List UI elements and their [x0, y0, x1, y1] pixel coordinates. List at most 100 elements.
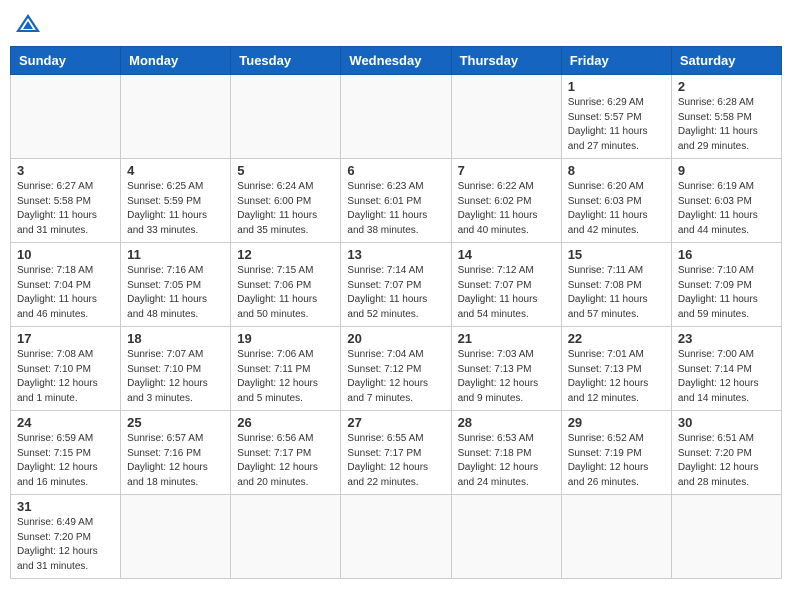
day-number: 20	[347, 331, 444, 346]
calendar-cell: 27Sunrise: 6:55 AM Sunset: 7:17 PM Dayli…	[341, 411, 451, 495]
calendar-week-2: 10 Sunrise: 7:18 AM Sunset: 7:04 PM Dayli…	[11, 243, 782, 327]
day-number: 5	[237, 163, 334, 178]
header	[10, 10, 782, 38]
day-info: Sunrise: 7:11 AM Sunset: 7:08 PM Dayligh…	[568, 264, 665, 322]
calendar-cell: 1Sunrise: 6:29 AM Sunset: 5:57 PM Daylig…	[561, 75, 671, 159]
calendar-cell: 30 Sunrise: 6:51 AM Sunset: 7:20 PM Dayli…	[671, 411, 781, 495]
calendar-cell	[451, 75, 561, 159]
calendar-cell: 3Sunrise: 6:27 AM Sunset: 5:58 PM Daylig…	[11, 159, 121, 243]
calendar-cell: 5 Sunrise: 6:24 AM Sunset: 6:00 PM Daylig…	[231, 159, 341, 243]
day-info: Sunrise: 7:06 AM Sunset: 7:11 PM Dayligh…	[237, 348, 334, 406]
weekday-header-friday: Friday	[561, 47, 671, 75]
day-number: 9	[678, 163, 775, 178]
day-number: 17	[17, 331, 114, 346]
day-info: Sunrise: 7:00 AM Sunset: 7:14 PM Dayligh…	[678, 348, 775, 406]
day-info: Sunrise: 7:15 AM Sunset: 7:06 PM Dayligh…	[237, 264, 334, 322]
day-number: 15	[568, 247, 665, 262]
calendar-cell: 23 Sunrise: 7:00 AM Sunset: 7:14 PM Dayli…	[671, 327, 781, 411]
calendar-week-3: 17 Sunrise: 7:08 AM Sunset: 7:10 PM Dayli…	[11, 327, 782, 411]
calendar-header: SundayMondayTuesdayWednesdayThursdayFrid…	[11, 47, 782, 75]
calendar-cell: 8 Sunrise: 6:20 AM Sunset: 6:03 PM Daylig…	[561, 159, 671, 243]
day-info: Sunrise: 6:56 AM Sunset: 7:17 PM Dayligh…	[237, 432, 334, 490]
calendar-table: SundayMondayTuesdayWednesdayThursdayFrid…	[10, 46, 782, 579]
day-number: 7	[458, 163, 555, 178]
calendar-cell: 29Sunrise: 6:52 AM Sunset: 7:19 PM Dayli…	[561, 411, 671, 495]
day-number: 4	[127, 163, 224, 178]
weekday-header-sunday: Sunday	[11, 47, 121, 75]
calendar-cell: 12 Sunrise: 7:15 AM Sunset: 7:06 PM Dayli…	[231, 243, 341, 327]
weekday-header-saturday: Saturday	[671, 47, 781, 75]
day-number: 22	[568, 331, 665, 346]
day-number: 3	[17, 163, 114, 178]
day-number: 13	[347, 247, 444, 262]
weekday-header-monday: Monday	[121, 47, 231, 75]
day-number: 16	[678, 247, 775, 262]
day-info: Sunrise: 6:22 AM Sunset: 6:02 PM Dayligh…	[458, 180, 555, 238]
calendar-cell: 2 Sunrise: 6:28 AM Sunset: 5:58 PM Daylig…	[671, 75, 781, 159]
day-info: Sunrise: 7:07 AM Sunset: 7:10 PM Dayligh…	[127, 348, 224, 406]
calendar-cell: 16 Sunrise: 7:10 AM Sunset: 7:09 PM Dayli…	[671, 243, 781, 327]
day-number: 2	[678, 79, 775, 94]
calendar-cell	[121, 75, 231, 159]
day-info: Sunrise: 7:10 AM Sunset: 7:09 PM Dayligh…	[678, 264, 775, 322]
day-info: Sunrise: 6:29 AM Sunset: 5:57 PM Dayligh…	[568, 96, 665, 154]
calendar-cell: 25 Sunrise: 6:57 AM Sunset: 7:16 PM Dayli…	[121, 411, 231, 495]
day-info: Sunrise: 6:55 AM Sunset: 7:17 PM Dayligh…	[347, 432, 444, 490]
calendar-cell: 24Sunrise: 6:59 AM Sunset: 7:15 PM Dayli…	[11, 411, 121, 495]
day-info: Sunrise: 6:57 AM Sunset: 7:16 PM Dayligh…	[127, 432, 224, 490]
day-number: 11	[127, 247, 224, 262]
day-info: Sunrise: 6:28 AM Sunset: 5:58 PM Dayligh…	[678, 96, 775, 154]
day-info: Sunrise: 7:14 AM Sunset: 7:07 PM Dayligh…	[347, 264, 444, 322]
calendar-cell: 20 Sunrise: 7:04 AM Sunset: 7:12 PM Dayli…	[341, 327, 451, 411]
day-number: 30	[678, 415, 775, 430]
day-info: Sunrise: 6:24 AM Sunset: 6:00 PM Dayligh…	[237, 180, 334, 238]
calendar-cell: 17 Sunrise: 7:08 AM Sunset: 7:10 PM Dayli…	[11, 327, 121, 411]
calendar-cell: 10 Sunrise: 7:18 AM Sunset: 7:04 PM Dayli…	[11, 243, 121, 327]
calendar-cell	[11, 75, 121, 159]
calendar-cell	[671, 495, 781, 579]
calendar-cell: 28Sunrise: 6:53 AM Sunset: 7:18 PM Dayli…	[451, 411, 561, 495]
calendar-cell: 7 Sunrise: 6:22 AM Sunset: 6:02 PM Daylig…	[451, 159, 561, 243]
calendar-cell	[231, 75, 341, 159]
calendar-cell: 14Sunrise: 7:12 AM Sunset: 7:07 PM Dayli…	[451, 243, 561, 327]
day-info: Sunrise: 7:01 AM Sunset: 7:13 PM Dayligh…	[568, 348, 665, 406]
logo	[14, 10, 46, 38]
day-number: 29	[568, 415, 665, 430]
weekday-header-tuesday: Tuesday	[231, 47, 341, 75]
calendar-cell: 15 Sunrise: 7:11 AM Sunset: 7:08 PM Dayli…	[561, 243, 671, 327]
calendar-week-4: 24Sunrise: 6:59 AM Sunset: 7:15 PM Dayli…	[11, 411, 782, 495]
calendar-cell	[121, 495, 231, 579]
day-number: 10	[17, 247, 114, 262]
day-info: Sunrise: 6:51 AM Sunset: 7:20 PM Dayligh…	[678, 432, 775, 490]
day-number: 26	[237, 415, 334, 430]
calendar-cell: 26 Sunrise: 6:56 AM Sunset: 7:17 PM Dayli…	[231, 411, 341, 495]
calendar-cell: 21Sunrise: 7:03 AM Sunset: 7:13 PM Dayli…	[451, 327, 561, 411]
calendar-cell: 11Sunrise: 7:16 AM Sunset: 7:05 PM Dayli…	[121, 243, 231, 327]
weekday-header-wednesday: Wednesday	[341, 47, 451, 75]
calendar-cell: 18Sunrise: 7:07 AM Sunset: 7:10 PM Dayli…	[121, 327, 231, 411]
day-number: 14	[458, 247, 555, 262]
weekday-header-row: SundayMondayTuesdayWednesdayThursdayFrid…	[11, 47, 782, 75]
day-info: Sunrise: 7:08 AM Sunset: 7:10 PM Dayligh…	[17, 348, 114, 406]
calendar-cell: 9Sunrise: 6:19 AM Sunset: 6:03 PM Daylig…	[671, 159, 781, 243]
calendar-cell	[341, 75, 451, 159]
day-info: Sunrise: 7:04 AM Sunset: 7:12 PM Dayligh…	[347, 348, 444, 406]
calendar-cell: 6Sunrise: 6:23 AM Sunset: 6:01 PM Daylig…	[341, 159, 451, 243]
calendar-cell: 22 Sunrise: 7:01 AM Sunset: 7:13 PM Dayli…	[561, 327, 671, 411]
calendar-cell: 19Sunrise: 7:06 AM Sunset: 7:11 PM Dayli…	[231, 327, 341, 411]
day-number: 31	[17, 499, 114, 514]
day-number: 25	[127, 415, 224, 430]
day-number: 6	[347, 163, 444, 178]
calendar-cell	[561, 495, 671, 579]
generalblue-logo-icon	[14, 10, 42, 38]
day-number: 12	[237, 247, 334, 262]
calendar-cell	[341, 495, 451, 579]
calendar-body: 1Sunrise: 6:29 AM Sunset: 5:57 PM Daylig…	[11, 75, 782, 579]
calendar-cell: 13 Sunrise: 7:14 AM Sunset: 7:07 PM Dayli…	[341, 243, 451, 327]
calendar-week-5: 31Sunrise: 6:49 AM Sunset: 7:20 PM Dayli…	[11, 495, 782, 579]
calendar-week-0: 1Sunrise: 6:29 AM Sunset: 5:57 PM Daylig…	[11, 75, 782, 159]
day-number: 8	[568, 163, 665, 178]
day-info: Sunrise: 6:20 AM Sunset: 6:03 PM Dayligh…	[568, 180, 665, 238]
day-info: Sunrise: 7:18 AM Sunset: 7:04 PM Dayligh…	[17, 264, 114, 322]
day-number: 23	[678, 331, 775, 346]
